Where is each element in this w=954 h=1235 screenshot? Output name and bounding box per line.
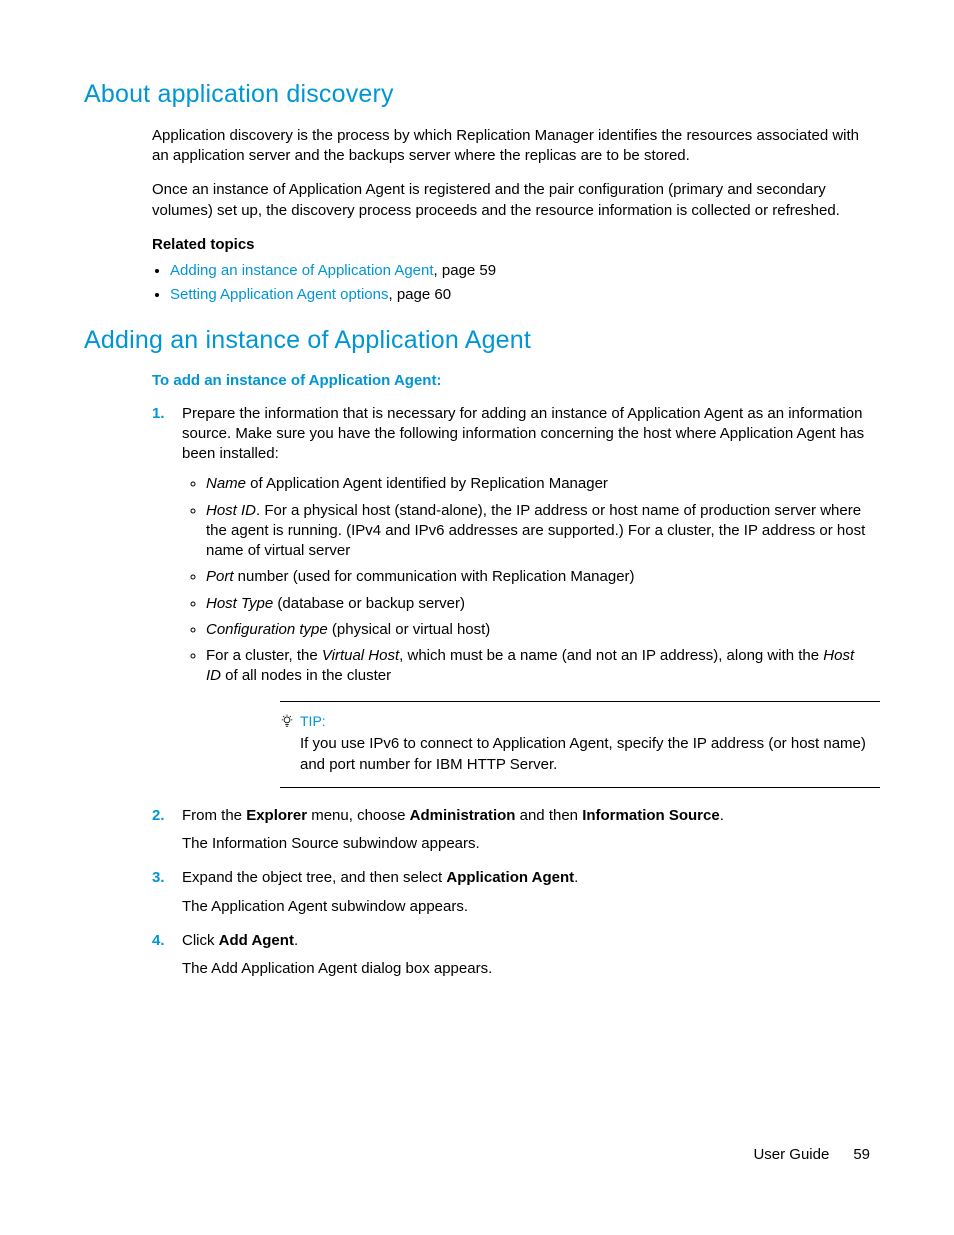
step-4-result: The Add Application Agent dialog box app… bbox=[182, 959, 870, 979]
vh-mid: , which must be a name (and not an IP ad… bbox=[399, 647, 823, 664]
vh-pre: For a cluster, the bbox=[206, 647, 322, 664]
term-host-id: Host ID bbox=[206, 502, 256, 519]
step-1: Prepare the information that is necessar… bbox=[152, 404, 870, 788]
link-adding-instance[interactable]: Adding an instance of Application Agent bbox=[170, 262, 434, 279]
para-discovery-process: Once an instance of Application Agent is… bbox=[152, 180, 870, 221]
term-host-type: Host Type bbox=[206, 595, 273, 612]
document-page: About application discovery Application … bbox=[0, 0, 954, 1235]
info-virtual-host: For a cluster, the Virtual Host, which m… bbox=[206, 646, 870, 687]
info-config-type: Configuration type (physical or virtual … bbox=[206, 620, 870, 640]
tip-body: If you use IPv6 to connect to Applicatio… bbox=[300, 734, 880, 775]
footer-title: User Guide bbox=[753, 1146, 829, 1163]
heading-adding-instance: Adding an instance of Application Agent bbox=[84, 324, 870, 358]
step-3: Expand the object tree, and then select … bbox=[152, 868, 870, 917]
tip-label: TIP: bbox=[300, 712, 326, 731]
vh-post: of all nodes in the cluster bbox=[221, 667, 391, 684]
info-name: Name of Application Agent identified by … bbox=[206, 474, 870, 494]
step-1-info-list: Name of Application Agent identified by … bbox=[182, 474, 870, 686]
para-discovery-desc: Application discovery is the process by … bbox=[152, 126, 870, 167]
heading-about-app-discovery: About application discovery bbox=[84, 78, 870, 112]
button-add-agent: Add Agent bbox=[219, 932, 294, 949]
tree-application-agent: Application Agent bbox=[446, 869, 574, 886]
menu-explorer: Explorer bbox=[246, 807, 307, 824]
step-2-mid1: menu, choose bbox=[307, 807, 410, 824]
menu-information-source: Information Source bbox=[582, 807, 720, 824]
info-host-id: Host ID. For a physical host (stand-alon… bbox=[206, 501, 870, 562]
menu-administration: Administration bbox=[410, 807, 516, 824]
info-port: Port number (used for communication with… bbox=[206, 567, 870, 587]
procedure-title: To add an instance of Application Agent: bbox=[152, 371, 870, 391]
term-virtual-host: Virtual Host bbox=[322, 647, 399, 664]
info-config-type-rest: (physical or virtual host) bbox=[328, 621, 491, 638]
step-2-pre: From the bbox=[182, 807, 246, 824]
term-port: Port bbox=[206, 568, 234, 585]
step-2: From the Explorer menu, choose Administr… bbox=[152, 806, 870, 855]
term-config-type: Configuration type bbox=[206, 621, 328, 638]
step-4-pre: Click bbox=[182, 932, 219, 949]
link-suffix: , page 60 bbox=[389, 286, 452, 303]
step-3-result: The Application Agent subwindow appears. bbox=[182, 897, 870, 917]
step-2-post: . bbox=[720, 807, 724, 824]
info-name-rest: of Application Agent identified by Repli… bbox=[246, 475, 608, 492]
step-3-post: . bbox=[574, 869, 578, 886]
step-1-text: Prepare the information that is necessar… bbox=[182, 405, 864, 463]
link-suffix: , page 59 bbox=[434, 262, 497, 279]
step-2-mid2: and then bbox=[515, 807, 582, 824]
lightbulb-icon bbox=[280, 714, 294, 728]
step-4: Click Add Agent. The Add Application Age… bbox=[152, 931, 870, 980]
related-item: Adding an instance of Application Agent,… bbox=[170, 261, 870, 281]
step-3-pre: Expand the object tree, and then select bbox=[182, 869, 446, 886]
section1-body: Application discovery is the process by … bbox=[152, 126, 870, 306]
tip-block: TIP: If you use IPv6 to connect to Appli… bbox=[280, 701, 880, 788]
info-host-id-rest: . For a physical host (stand-alone), the… bbox=[206, 502, 865, 560]
link-setting-options[interactable]: Setting Application Agent options bbox=[170, 286, 389, 303]
term-name: Name bbox=[206, 475, 246, 492]
info-host-type: Host Type (database or backup server) bbox=[206, 594, 870, 614]
related-topics-header: Related topics bbox=[152, 235, 870, 255]
info-host-type-rest: (database or backup server) bbox=[273, 595, 465, 612]
step-2-result: The Information Source subwindow appears… bbox=[182, 834, 870, 854]
related-item: Setting Application Agent options, page … bbox=[170, 285, 870, 305]
step-4-post: . bbox=[294, 932, 298, 949]
page-footer: User Guide 59 bbox=[753, 1145, 870, 1165]
procedure-steps: Prepare the information that is necessar… bbox=[152, 404, 870, 980]
tip-header: TIP: bbox=[280, 712, 880, 731]
related-topics-list: Adding an instance of Application Agent,… bbox=[152, 261, 870, 306]
page-number: 59 bbox=[853, 1146, 870, 1163]
info-port-rest: number (used for communication with Repl… bbox=[234, 568, 635, 585]
